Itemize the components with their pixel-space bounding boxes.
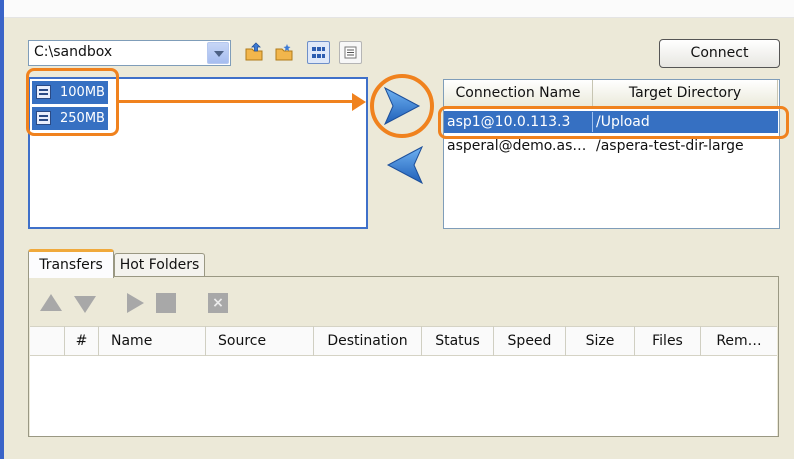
column-header-connection-name[interactable]: Connection Name <box>444 80 593 107</box>
column-header-status[interactable]: Status <box>422 326 494 356</box>
move-up-icon[interactable] <box>40 294 62 311</box>
column-header-number[interactable]: # <box>65 326 99 356</box>
column-header-files[interactable]: Files <box>635 326 701 356</box>
upload-arrow-icon[interactable] <box>381 84 423 128</box>
column-header-blank <box>30 326 65 356</box>
remove-icon[interactable]: × <box>208 293 228 313</box>
transfers-table-body[interactable] <box>30 356 777 436</box>
move-down-icon[interactable] <box>74 296 96 313</box>
annotation-arrow-head <box>352 93 366 111</box>
annotation-arrow-line <box>119 100 356 103</box>
new-folder-icon[interactable] <box>274 42 294 62</box>
column-header-destination[interactable]: Destination <box>314 326 422 356</box>
dropdown-arrow-icon[interactable] <box>207 42 229 64</box>
thumbnails-view-button[interactable] <box>307 41 330 64</box>
window-top-strip <box>4 0 794 18</box>
column-header-name[interactable]: Name <box>99 326 206 356</box>
column-header-source[interactable]: Source <box>206 326 314 356</box>
column-header-remaining[interactable]: Rem… <box>701 326 777 356</box>
list-view-icon <box>344 46 357 59</box>
tab-transfers[interactable]: Transfers <box>28 249 114 278</box>
column-header-target-directory[interactable]: Target Directory <box>593 80 778 107</box>
connect-button[interactable]: Connect <box>659 39 780 68</box>
resume-icon[interactable] <box>127 293 144 313</box>
column-header-size[interactable]: Size <box>566 326 635 356</box>
list-view-button[interactable] <box>339 41 362 64</box>
download-arrow-icon[interactable] <box>384 143 426 187</box>
path-dropdown-value: C:\sandbox <box>34 44 113 60</box>
tab-hot-folders[interactable]: Hot Folders <box>114 253 205 277</box>
column-header-speed[interactable]: Speed <box>494 326 566 356</box>
folder-up-icon[interactable] <box>244 42 264 62</box>
stop-icon[interactable] <box>156 293 176 313</box>
selection-highlight-box <box>26 68 119 136</box>
connection-highlight-box <box>438 106 789 139</box>
thumbnails-view-icon <box>312 47 325 58</box>
